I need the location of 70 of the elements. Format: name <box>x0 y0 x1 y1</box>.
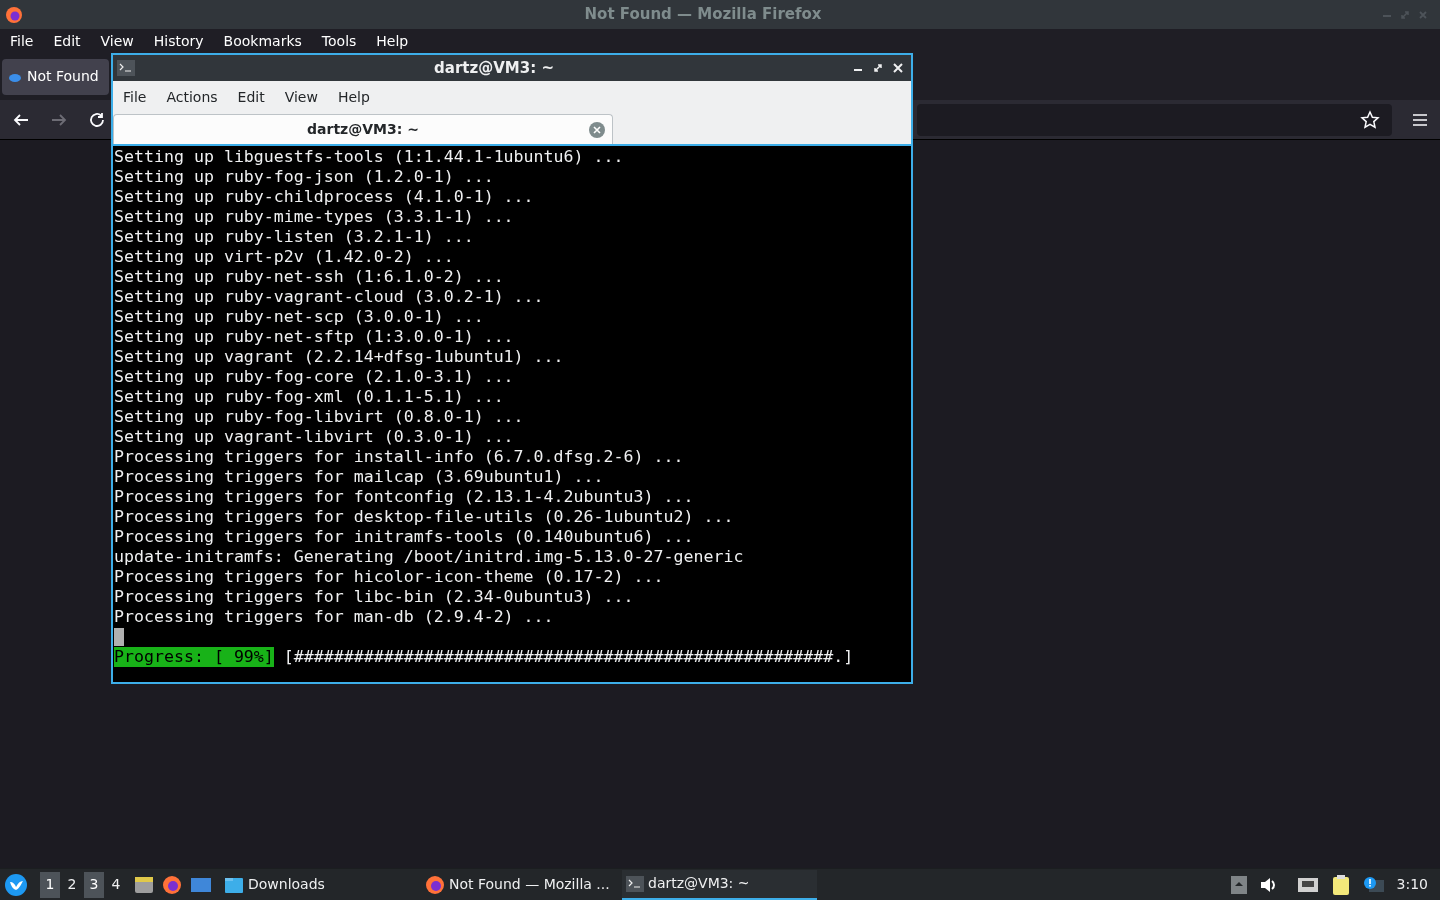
menu-item[interactable]: File <box>115 86 155 108</box>
terminal-icon <box>117 60 135 76</box>
terminal-line: Processing triggers for hicolor-icon-theme (0.17-2) ... <box>114 567 664 587</box>
eject-icon[interactable] <box>1230 875 1247 894</box>
terminal-line: Setting up ruby-fog-xml (0.1.1-5.1) ... <box>114 387 504 407</box>
menu-item[interactable]: Actions <box>158 86 226 108</box>
terminal-line: Processing triggers for man-db (2.9.4-2) ... <box>114 607 554 627</box>
clock[interactable]: 3:10 <box>1396 874 1428 895</box>
terminal-line: Setting up ruby-fog-json (1.2.0-1) ... <box>114 167 494 187</box>
terminal-line: Setting up ruby-vagrant-cloud (3.0.2-1) ... <box>114 287 544 307</box>
menu-item[interactable]: Bookmarks <box>215 30 310 52</box>
menu-icon[interactable] <box>1412 112 1428 127</box>
terminal-line: Setting up ruby-mime-types (3.3.1-1) ... <box>114 207 514 227</box>
start-menu-icon[interactable] <box>4 872 28 897</box>
speaker-icon[interactable] <box>1258 875 1277 894</box>
firefox-icon[interactable] <box>162 874 182 895</box>
terminal-line: Setting up virt-p2v (1.42.0-2) ... <box>114 247 454 267</box>
terminal-line: Setting up ruby-net-sftp (1:3.0.0-1) ... <box>114 327 514 347</box>
network-icon[interactable] <box>1296 875 1319 894</box>
workspace-button[interactable]: 3 <box>84 871 104 898</box>
terminal-line: Setting up ruby-listen (3.2.1-1) ... <box>114 227 474 247</box>
terminal-line: Setting up ruby-net-scp (3.0.0-1) ... <box>114 307 484 327</box>
terminal-line: Setting up ruby-fog-core (2.1.0-3.1) ... <box>114 367 514 387</box>
menu-item[interactable]: File <box>2 30 42 52</box>
task-button[interactable]: Not Found — Mozilla ... <box>421 869 616 900</box>
menu-item[interactable]: Edit <box>229 86 273 108</box>
menu-item[interactable]: Tools <box>313 30 365 52</box>
task-button[interactable]: dartz@VM3: ~ <box>622 869 817 900</box>
menu-item[interactable]: View <box>92 30 142 52</box>
clipboard-icon[interactable] <box>1330 873 1351 896</box>
terminal-line: Setting up vagrant-libvirt (0.3.0-1) ... <box>114 427 514 447</box>
workspace-button[interactable]: 1 <box>40 871 60 898</box>
progress-label: Progress: [ 99%] <box>114 647 274 667</box>
cursor <box>114 628 124 646</box>
folder-icon <box>224 875 244 894</box>
progress-bar-text: [######################################################.] <box>283 647 854 667</box>
terminal-line: Processing triggers for fontconfig (2.13.1-4.2ubuntu3) ... <box>114 487 694 507</box>
menu-item[interactable]: Help <box>368 30 417 52</box>
terminal-tab[interactable]: dartz@VM3: ~ <box>113 114 613 144</box>
terminal-line: Setting up vagrant (2.2.14+dfsg-1ubuntu1) ... <box>114 347 564 367</box>
file-manager-icon[interactable] <box>134 874 154 895</box>
workspace-button[interactable]: 4 <box>106 871 126 898</box>
menu-item[interactable]: Edit <box>45 30 89 52</box>
notification-icon[interactable] <box>1362 875 1385 894</box>
terminal-line: Processing triggers for install-info (6.7.0.dfsg.2-6) ... <box>114 447 684 467</box>
terminal-line: Setting up ruby-net-ssh (1:6.1.0-2) ... <box>114 267 504 287</box>
cloud-icon <box>9 71 21 82</box>
close-tab-icon[interactable] <box>588 120 606 139</box>
menu-item[interactable]: History <box>145 30 212 52</box>
terminal-line: Setting up ruby-fog-libvirt (0.8.0-1) ... <box>114 407 524 427</box>
window-title: dartz@VM3: ~ <box>434 57 554 79</box>
terminal-line: Processing triggers for mailcap (3.69ubuntu1) ... <box>114 467 604 487</box>
star-icon[interactable] <box>1360 109 1380 130</box>
terminal-line: Setting up ruby-childprocess (4.1.0-1) ... <box>114 187 534 207</box>
window-title: Not Found — Mozilla Firefox <box>584 4 822 26</box>
terminal-line: Processing triggers for desktop-file-utils (0.26-1ubuntu2) ... <box>114 507 734 527</box>
menu-item[interactable]: Help <box>329 86 378 108</box>
terminal-line: Setting up libguestfs-tools (1:1.44.1-1ubuntu6) ... <box>114 147 624 167</box>
browser-tab[interactable]: Not Found <box>2 58 109 95</box>
terminal-line: update-initramfs: Generating /boot/initrd.img-5.13.0-27-generic <box>114 547 744 567</box>
firefox-icon <box>4 4 24 25</box>
terminal-icon <box>626 875 644 892</box>
menu-item[interactable]: View <box>276 86 326 108</box>
terminal-line: Processing triggers for libc-bin (2.34-0ubuntu3) ... <box>114 587 634 607</box>
task-button[interactable]: Downloads <box>220 869 415 900</box>
firefox-icon <box>425 874 445 895</box>
terminal-line: Processing triggers for initramfs-tools (0.140ubuntu6) ... <box>114 527 694 547</box>
reload-icon[interactable] <box>88 110 106 129</box>
workspace-button[interactable]: 2 <box>62 871 82 898</box>
url-field[interactable] <box>917 103 1392 136</box>
